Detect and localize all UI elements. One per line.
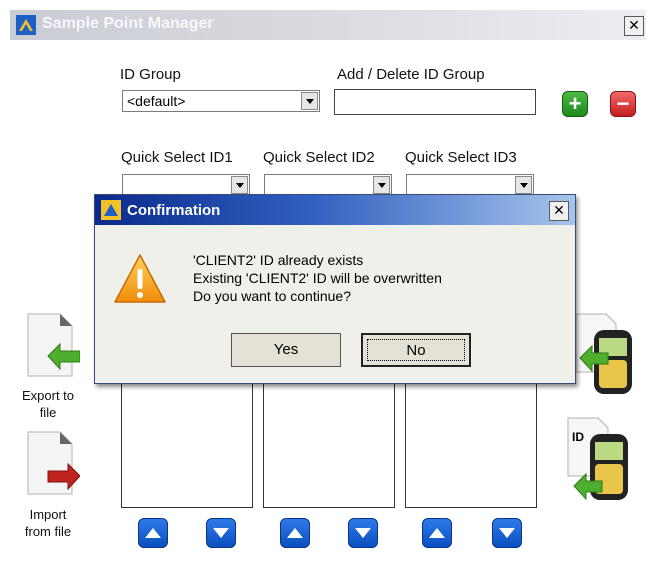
arrow-up-icon bbox=[429, 528, 445, 538]
import-label-line1: Import bbox=[29, 507, 67, 522]
main-titlebar: Sample Point Manager ✕ bbox=[10, 10, 646, 40]
quick-select-id2-select[interactable] bbox=[264, 174, 392, 196]
arrow-down-icon bbox=[355, 528, 371, 538]
message-line-1: 'CLIENT2' ID already exists bbox=[193, 252, 364, 268]
id2-move-down-button[interactable] bbox=[348, 518, 378, 548]
arrow-down-icon bbox=[213, 528, 229, 538]
message-line-3: Do you want to continue? bbox=[193, 288, 351, 304]
quick-select-id3-select[interactable] bbox=[406, 174, 534, 196]
minus-icon: − bbox=[616, 91, 630, 116]
chevron-down-icon[interactable] bbox=[301, 92, 318, 110]
id1-list[interactable] bbox=[121, 374, 253, 508]
plus-icon: + bbox=[568, 91, 582, 116]
id2-list[interactable] bbox=[263, 374, 395, 508]
dialog-titlebar: Confirmation ✕ bbox=[95, 195, 575, 225]
id-group-select[interactable]: <default> bbox=[122, 90, 320, 112]
import-file-icon bbox=[27, 431, 80, 495]
send-to-device-button[interactable] bbox=[570, 310, 640, 402]
no-button[interactable]: No bbox=[361, 333, 471, 367]
id3-move-up-button[interactable] bbox=[422, 518, 452, 548]
id-group-name-input[interactable] bbox=[334, 89, 536, 115]
id3-move-down-button[interactable] bbox=[492, 518, 522, 548]
quick-select-id3-label: Quick Select ID3 bbox=[405, 149, 517, 166]
import-label-line2: from file bbox=[24, 524, 72, 539]
yes-button[interactable]: Yes bbox=[231, 333, 341, 367]
focus-ring bbox=[367, 339, 465, 361]
dialog-close-button[interactable]: ✕ bbox=[549, 201, 569, 221]
export-label-line1: Export to bbox=[21, 388, 75, 403]
id1-move-down-button[interactable] bbox=[206, 518, 236, 548]
warning-icon bbox=[114, 254, 166, 303]
import-from-file-button[interactable] bbox=[24, 430, 88, 506]
export-to-file-button[interactable] bbox=[24, 312, 88, 388]
delete-id-group-button[interactable]: − bbox=[610, 91, 636, 117]
export-to-file-label: Export to file bbox=[18, 387, 78, 421]
device-id-text: ID bbox=[572, 430, 584, 444]
quick-select-id2-label: Quick Select ID2 bbox=[263, 149, 375, 166]
dialog-message: 'CLIENT2' ID already exists Existing 'CL… bbox=[193, 251, 442, 305]
dialog-title: Confirmation bbox=[127, 202, 221, 219]
message-line-2: Existing 'CLIENT2' ID will be overwritte… bbox=[193, 270, 442, 286]
arrow-up-icon bbox=[145, 528, 161, 538]
window-title: Sample Point Manager bbox=[42, 15, 214, 32]
id3-list[interactable] bbox=[405, 374, 537, 508]
chevron-down-icon[interactable] bbox=[515, 176, 532, 194]
receive-from-device-button[interactable]: ID bbox=[564, 416, 636, 508]
quick-select-id1-select[interactable] bbox=[122, 174, 250, 196]
id-group-label: ID Group bbox=[120, 66, 181, 83]
import-from-file-label: Import from file bbox=[18, 506, 78, 540]
chevron-down-icon[interactable] bbox=[231, 176, 248, 194]
confirmation-dialog: Confirmation ✕ 'CLIENT2' ID already exis… bbox=[94, 194, 576, 384]
app-logo-icon bbox=[101, 200, 121, 220]
close-window-button[interactable]: ✕ bbox=[624, 16, 644, 36]
quick-select-id1-label: Quick Select ID1 bbox=[121, 149, 233, 166]
export-label-line2: file bbox=[39, 405, 57, 420]
id2-move-up-button[interactable] bbox=[280, 518, 310, 548]
arrow-up-icon bbox=[287, 528, 303, 538]
id1-move-up-button[interactable] bbox=[138, 518, 168, 548]
id-group-selected-value: <default> bbox=[127, 93, 186, 109]
device-transfer-icon bbox=[575, 313, 632, 394]
app-logo-icon bbox=[16, 15, 36, 35]
add-delete-id-group-label: Add / Delete ID Group bbox=[337, 66, 485, 83]
export-file-icon bbox=[27, 313, 80, 377]
chevron-down-icon[interactable] bbox=[373, 176, 390, 194]
arrow-down-icon bbox=[499, 528, 515, 538]
add-id-group-button[interactable]: + bbox=[562, 91, 588, 117]
